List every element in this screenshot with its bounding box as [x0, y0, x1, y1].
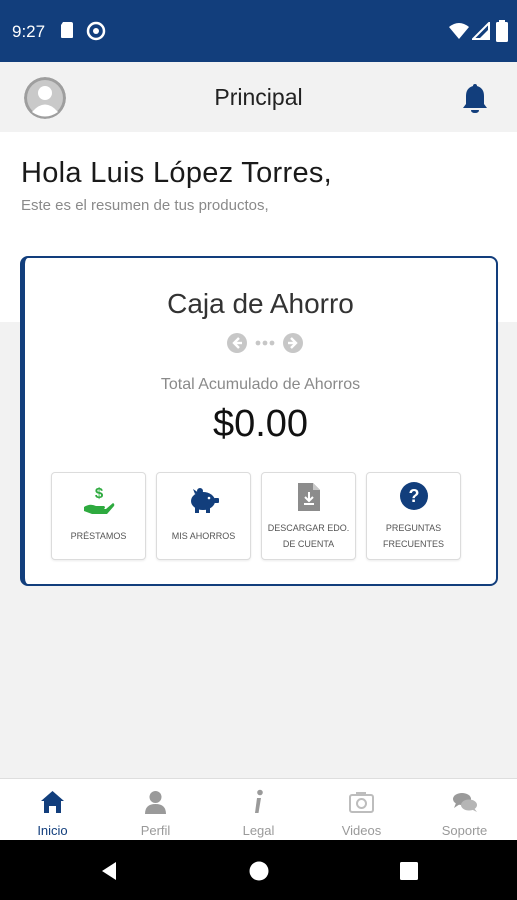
back-icon[interactable]	[98, 860, 120, 882]
hand-money-icon: $	[83, 485, 114, 514]
nav-item-inicio[interactable]: Inicio	[1, 779, 104, 841]
download-file-icon	[297, 483, 320, 511]
download-statement-button[interactable]: DESCARGAR EDO. DE CUENTA	[261, 472, 356, 560]
recents-icon[interactable]	[398, 860, 420, 882]
nav-label: Inicio	[37, 823, 68, 838]
svg-text:?: ?	[408, 486, 419, 506]
nav-item-soporte[interactable]: Soporte	[413, 779, 516, 841]
nav-label: Legal	[242, 823, 275, 838]
my-savings-button[interactable]: MIS AHORROS	[156, 472, 251, 560]
battery-icon	[496, 20, 508, 42]
more-dots-icon	[255, 340, 275, 346]
home-button-icon[interactable]	[248, 860, 270, 882]
signal-icon	[472, 22, 490, 40]
nav-item-legal[interactable]: Legal	[207, 779, 310, 841]
total-savings-label: Total Acumulado de Ahorros	[160, 376, 361, 393]
nav-label: Soporte	[441, 823, 488, 838]
user-icon	[145, 791, 166, 814]
svg-text:$: $	[94, 485, 103, 502]
tile-label: PRÉSTAMOS	[70, 531, 127, 541]
chat-icon	[453, 793, 477, 812]
savings-card: Caja de Ahorro Total Acumulado de Ahorro…	[20, 256, 498, 586]
tile-label: MIS AHORROS	[171, 531, 236, 541]
camera-icon	[349, 792, 374, 813]
greeting-subtitle: Este es el resumen de tus productos,	[21, 197, 269, 214]
card-title: Caja de Ahorro	[167, 288, 354, 319]
tile-label: PREGUNTAS	[385, 523, 442, 533]
nav-label: Videos	[341, 823, 382, 838]
status-time: 9:27	[12, 22, 46, 41]
notification-bell-icon[interactable]	[460, 82, 490, 114]
page-title: Principal	[214, 84, 303, 110]
card-pager	[223, 332, 307, 354]
tile-label: FRECUENTES	[382, 539, 444, 549]
bottom-navigation: Inicio Perfil Legal Videos Soporte	[0, 778, 517, 840]
info-icon	[255, 789, 263, 813]
sim-card-icon	[61, 22, 73, 38]
tile-label: DESCARGAR EDO.	[267, 523, 350, 533]
savings-amount: $0.00	[212, 403, 309, 445]
question-circle-icon: ?	[399, 482, 428, 510]
system-navigation-bar	[0, 840, 517, 900]
nav-label: Perfil	[140, 823, 171, 838]
nav-item-videos[interactable]: Videos	[310, 779, 413, 841]
tile-label: DE CUENTA	[282, 539, 335, 549]
sync-icon	[86, 21, 106, 41]
home-icon	[41, 791, 64, 813]
nav-item-perfil[interactable]: Perfil	[104, 779, 207, 841]
greeting-heading: Hola Luis López Torres,	[21, 157, 333, 189]
arrow-left-icon[interactable]	[227, 333, 247, 353]
wifi-icon	[449, 23, 469, 39]
loans-button[interactable]: $ PRÉSTAMOS	[51, 472, 146, 560]
status-bar: 9:27	[0, 0, 517, 62]
faq-button[interactable]: ? PREGUNTAS FRECUENTES	[366, 472, 461, 560]
app-bar: Principal	[0, 62, 517, 132]
arrow-right-icon[interactable]	[283, 333, 303, 353]
piggy-bank-icon	[190, 488, 219, 513]
